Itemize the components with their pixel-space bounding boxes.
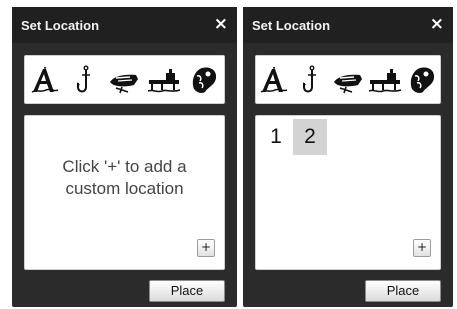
fishing-hook-icon[interactable] [294, 64, 328, 96]
compass-anchor-icon[interactable] [257, 64, 291, 96]
custom-location-list: 1 2 + [255, 115, 441, 270]
add-location-button[interactable]: + [413, 239, 431, 257]
add-location-button[interactable]: + [197, 239, 215, 257]
set-location-panel-with-locations: Set Location × 1 2 + Place [243, 7, 453, 307]
fishing-hook-icon[interactable] [68, 64, 102, 96]
location-item-2[interactable]: 2 [293, 119, 327, 155]
compass-anchor-icon[interactable] [28, 64, 62, 96]
empty-state-message: Click '+' to add a custom location [62, 157, 187, 198]
place-button[interactable]: Place [149, 280, 225, 302]
close-icon[interactable]: × [430, 14, 444, 34]
lure-icon[interactable] [107, 64, 141, 96]
custom-location-list: Click '+' to add a custom location + [24, 115, 225, 270]
fish-icon[interactable] [405, 64, 439, 96]
location-type-toolbar [255, 55, 441, 104]
panel-title: Set Location [252, 18, 331, 33]
close-icon[interactable]: × [214, 14, 228, 34]
location-type-toolbar [24, 55, 225, 104]
set-location-panel-empty: Set Location × Click '+' to add a custom… [12, 7, 237, 307]
location-items: 1 2 [259, 119, 327, 155]
titlebar: Set Location × [12, 7, 237, 43]
panel-title: Set Location [21, 18, 100, 33]
location-item-1[interactable]: 1 [259, 119, 293, 155]
lure-icon[interactable] [331, 64, 365, 96]
dock-icon[interactable] [368, 64, 402, 96]
dock-icon[interactable] [147, 64, 181, 96]
titlebar: Set Location × [243, 7, 453, 43]
fish-icon[interactable] [187, 64, 221, 96]
place-button[interactable]: Place [365, 280, 441, 302]
